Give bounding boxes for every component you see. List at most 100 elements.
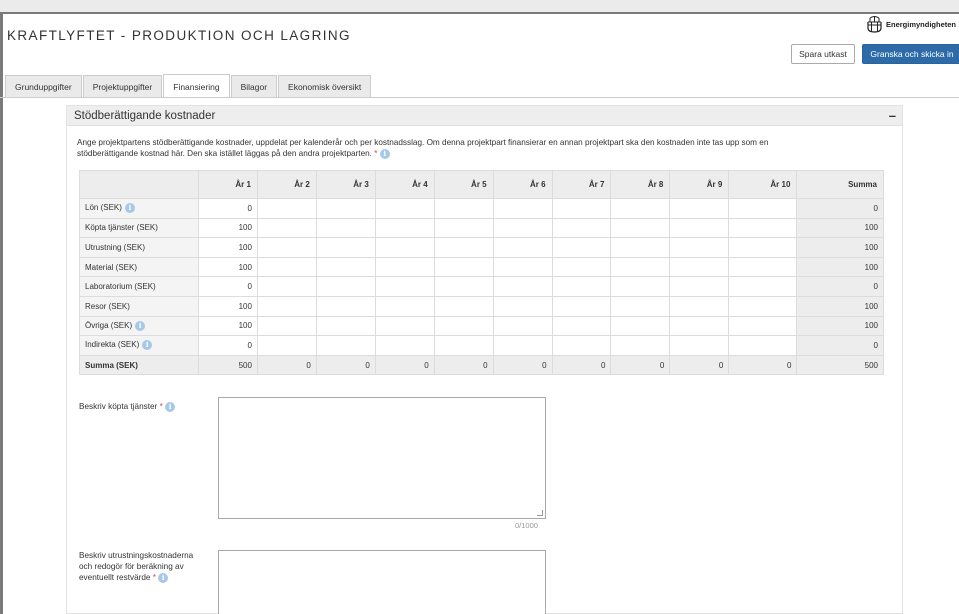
cost-input-cell[interactable] (433, 237, 494, 258)
cost-input-cell[interactable] (551, 295, 612, 317)
cost-input-cell[interactable] (256, 315, 317, 337)
cost-input-cell[interactable] (669, 335, 730, 356)
cost-input-cell[interactable] (728, 198, 798, 219)
cost-input-cell[interactable] (669, 237, 730, 258)
cost-input-cell[interactable] (374, 217, 435, 239)
cost-input-cell[interactable] (315, 276, 376, 297)
cost-input-cell[interactable] (433, 217, 494, 239)
cost-input-cell[interactable]: 100 (198, 217, 258, 239)
cost-input-cell[interactable] (610, 237, 671, 258)
cost-input-cell[interactable] (728, 217, 798, 239)
cost-input-cell[interactable] (433, 295, 494, 317)
cost-input-cell[interactable] (551, 237, 612, 258)
cost-input-cell[interactable] (374, 276, 435, 297)
cost-input-cell[interactable] (551, 217, 612, 239)
cost-input-cell[interactable] (433, 276, 494, 297)
tab-finansiering[interactable]: Finansiering (163, 74, 230, 98)
review-submit-button[interactable]: Granska och skicka in (862, 44, 959, 64)
cost-input-cell[interactable] (492, 295, 553, 317)
cost-input-cell[interactable] (315, 237, 376, 258)
cost-input-cell[interactable] (610, 256, 671, 278)
cost-input-cell[interactable] (551, 276, 612, 297)
cost-input-cell[interactable]: 100 (198, 237, 258, 258)
cost-input-cell[interactable] (256, 256, 317, 278)
tab-grunduppgifter[interactable]: Grunduppgifter (5, 75, 82, 98)
cost-input-cell[interactable] (433, 198, 494, 219)
cost-input-cell[interactable] (669, 295, 730, 317)
cost-input-cell[interactable] (433, 256, 494, 278)
cost-input-cell[interactable] (551, 335, 612, 356)
cost-input-cell[interactable] (256, 217, 317, 239)
cost-input-cell[interactable]: 0 (198, 198, 258, 219)
cost-input-cell[interactable] (374, 198, 435, 219)
row-sum-cell: 100 (796, 237, 884, 258)
cost-input-cell[interactable]: 0 (198, 276, 258, 297)
cost-input-cell[interactable] (492, 217, 553, 239)
info-icon[interactable]: i (158, 572, 169, 583)
total-cell: 0 (492, 354, 553, 376)
cost-input-cell[interactable] (492, 198, 553, 219)
cost-input-cell[interactable] (256, 237, 317, 258)
cost-input-cell[interactable] (669, 217, 730, 239)
cost-input-cell[interactable] (728, 276, 798, 297)
cost-input-cell[interactable] (728, 256, 798, 278)
tab-bilagor[interactable]: Bilagor (230, 75, 278, 98)
utrustning-textarea[interactable] (218, 550, 546, 614)
cost-input-cell[interactable] (492, 335, 553, 356)
cost-input-cell[interactable] (728, 335, 798, 356)
cost-input-cell[interactable]: 100 (198, 295, 258, 317)
info-icon[interactable]: i (165, 401, 176, 412)
cost-input-cell[interactable] (256, 198, 317, 219)
cost-input-cell[interactable] (492, 256, 553, 278)
cost-input-cell[interactable] (374, 256, 435, 278)
cost-input-cell[interactable] (610, 315, 671, 337)
cost-input-cell[interactable] (492, 237, 553, 258)
info-icon[interactable]: i (124, 203, 135, 214)
info-icon[interactable]: i (142, 340, 153, 351)
tab-projektuppgifter[interactable]: Projektuppgifter (82, 75, 163, 98)
cost-input-cell[interactable]: 100 (198, 256, 258, 278)
cost-input-cell[interactable] (256, 335, 317, 356)
save-draft-button[interactable]: Spara utkast (791, 44, 855, 64)
cost-input-cell[interactable] (610, 295, 671, 317)
cost-input-cell[interactable] (669, 276, 730, 297)
cost-input-cell[interactable] (315, 335, 376, 356)
cost-input-cell[interactable] (669, 256, 730, 278)
cost-input-cell[interactable] (433, 315, 494, 337)
cost-input-cell[interactable] (610, 276, 671, 297)
cost-input-cell[interactable] (374, 315, 435, 337)
cost-input-cell[interactable] (374, 295, 435, 317)
cost-input-cell[interactable] (610, 335, 671, 356)
resize-handle[interactable] (537, 510, 543, 516)
kopta-tjanster-textarea[interactable] (218, 397, 546, 519)
cost-input-cell[interactable] (728, 315, 798, 337)
cost-input-cell[interactable] (728, 237, 798, 258)
minus-icon[interactable]: – (889, 108, 896, 123)
cost-input-cell[interactable] (551, 315, 612, 337)
cost-input-cell[interactable] (551, 198, 612, 219)
cost-input-cell[interactable] (492, 276, 553, 297)
cost-input-cell[interactable]: 0 (198, 335, 258, 356)
total-cell: 0 (256, 354, 317, 376)
cost-input-cell[interactable] (669, 315, 730, 337)
cost-input-cell[interactable] (669, 198, 730, 219)
cost-input-cell[interactable] (551, 256, 612, 278)
cost-input-cell[interactable] (315, 217, 376, 239)
cost-input-cell[interactable] (374, 335, 435, 356)
info-icon[interactable]: i (379, 148, 390, 159)
cost-input-cell[interactable] (256, 295, 317, 317)
cost-input-cell[interactable] (492, 315, 553, 337)
cost-input-cell[interactable] (315, 198, 376, 219)
cost-input-cell[interactable] (315, 256, 376, 278)
cost-input-cell[interactable] (315, 295, 376, 317)
cost-input-cell[interactable] (610, 198, 671, 219)
cost-input-cell[interactable] (610, 217, 671, 239)
cost-input-cell[interactable] (374, 237, 435, 258)
info-icon[interactable]: i (135, 320, 146, 331)
cost-input-cell[interactable] (256, 276, 317, 297)
cost-input-cell[interactable] (728, 295, 798, 317)
cost-input-cell[interactable] (433, 335, 494, 356)
cost-input-cell[interactable]: 100 (198, 315, 258, 337)
cost-input-cell[interactable] (315, 315, 376, 337)
tab-ekonomisk-oversikt[interactable]: Ekonomisk översikt (278, 75, 372, 98)
